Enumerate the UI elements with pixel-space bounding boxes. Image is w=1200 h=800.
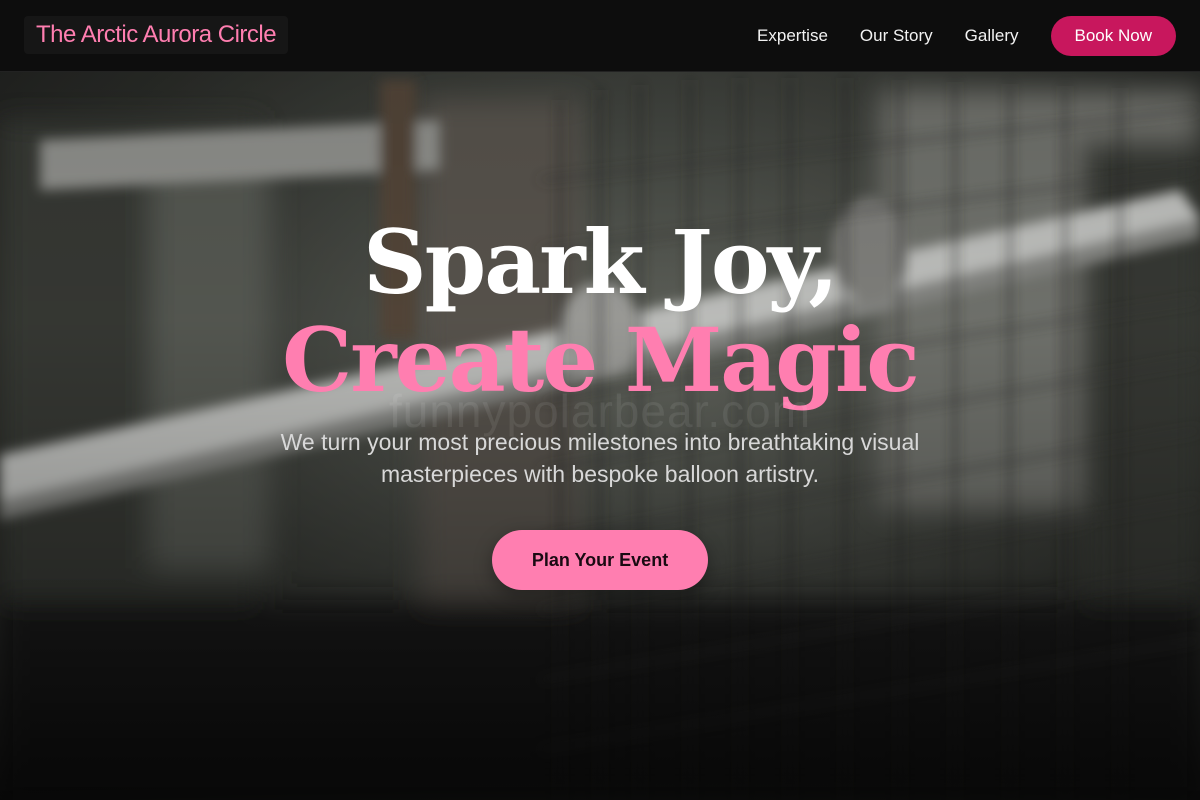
nav-link-gallery[interactable]: Gallery — [965, 26, 1019, 46]
top-navbar: The Arctic Aurora Circle Expertise Our S… — [0, 0, 1200, 72]
nav-link-expertise[interactable]: Expertise — [757, 26, 828, 46]
hero-headline-line1: Spark Joy, — [363, 210, 839, 314]
hero-section: Spark Joy, Create Magic funnypolarbear.c… — [0, 0, 1200, 800]
nav-links: Expertise Our Story Gallery Book Now — [757, 16, 1176, 56]
nav-link-our-story[interactable]: Our Story — [860, 26, 933, 46]
book-now-button[interactable]: Book Now — [1050, 16, 1176, 56]
plan-your-event-button[interactable]: Plan Your Event — [492, 530, 708, 590]
landing-page: The Arctic Aurora Circle Expertise Our S… — [0, 0, 1200, 800]
hero-subtitle: We turn your most precious milestones in… — [280, 429, 920, 487]
brand-logo-text[interactable]: The Arctic Aurora Circle — [24, 16, 289, 54]
